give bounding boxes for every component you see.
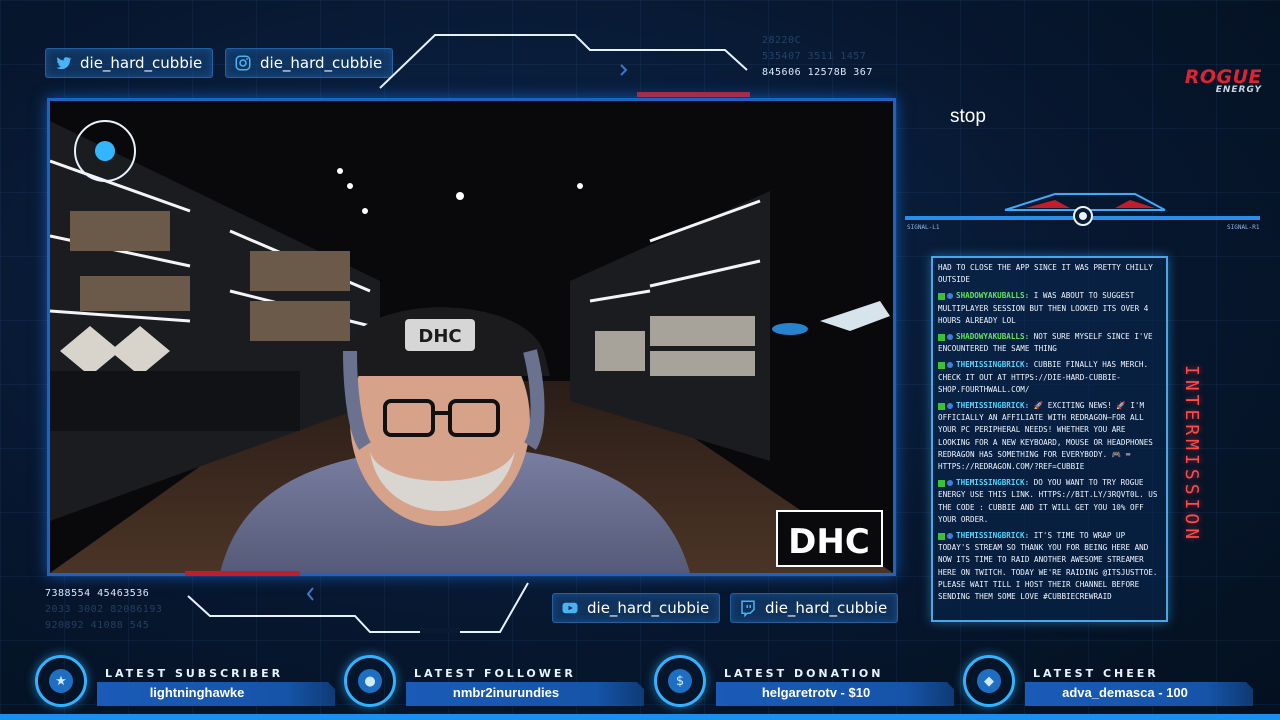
latest-cheer-widget: ◆ LATEST CHEER adva_demasca - 100 xyxy=(963,655,1263,709)
dhc-logo: DHC xyxy=(788,522,870,562)
svg-text:SIGNAL-R1: SIGNAL-R1 xyxy=(1227,224,1260,231)
chat-message: TheMissingBrick: 🚀 Exciting news! 🚀 I'm … xyxy=(938,401,1153,472)
rogue-energy-logo: ROGUE ENERGY xyxy=(1184,66,1262,95)
hud-bottom-trim xyxy=(185,571,529,633)
badge-icon xyxy=(947,293,953,300)
twitter-handle-tag[interactable]: die_hard_cubbie xyxy=(45,48,214,78)
latest-follower-widget: ● LATEST FOLLOWER nmbr2inurundies xyxy=(344,655,644,709)
chat-message: ShadowYakuballs: I was about to suggest … xyxy=(938,291,1149,325)
dollar-icon: $ xyxy=(654,655,706,707)
instagram-handle-tag[interactable]: die_hard_cubbie xyxy=(225,48,394,78)
badge-icon xyxy=(938,402,945,410)
webcam-scene: DHC DHC xyxy=(50,101,893,573)
webcam-feed: DHC DHC xyxy=(47,98,896,576)
chat-panel[interactable]: had to close the app since it was pretty… xyxy=(931,256,1168,622)
hud-top-trim xyxy=(379,34,750,97)
latest-subscriber-widget: ★ LATEST SUBSCRIBER lightninghawke xyxy=(35,655,335,709)
latest-donation-value: helgaretrotv - $10 xyxy=(761,685,871,700)
chat-message: TheMissingBrick: Cubbie finally has merc… xyxy=(938,360,1149,394)
chat-header-trim: SIGNAL-L1 SIGNAL-R1 xyxy=(905,193,1260,231)
status-text: stop xyxy=(950,106,986,127)
twitch-icon xyxy=(741,600,755,617)
badge-icon xyxy=(947,362,953,369)
instagram-handle: die_hard_cubbie xyxy=(260,54,383,72)
badge-icon xyxy=(938,333,945,341)
intermission-label: INTERMISSION xyxy=(1181,365,1202,544)
user-icon: ● xyxy=(344,655,396,707)
chat-message: had to close the app since it was pretty… xyxy=(938,263,1153,285)
twitter-icon xyxy=(56,57,72,70)
latest-subscriber-value: lightninghawke xyxy=(149,685,245,700)
gem-icon: ◆ xyxy=(963,655,1015,707)
badge-icon xyxy=(938,361,945,369)
hud-codes-top: 28220C 535407 3511 1457 845606 12578B 36… xyxy=(762,35,873,78)
youtube-icon xyxy=(562,602,578,614)
latest-cheer-value: adva_demasca - 100 xyxy=(1062,685,1188,700)
star-icon: ★ xyxy=(35,655,87,707)
twitter-handle: die_hard_cubbie xyxy=(80,54,203,72)
svg-text:SIGNAL-L1: SIGNAL-L1 xyxy=(907,224,940,231)
hud-codes-bottom: 7388554 45463536 2033 3002 82086193 9208… xyxy=(45,588,163,631)
bottom-accent-bar xyxy=(0,714,1280,720)
youtube-handle: die_hard_cubbie xyxy=(587,599,710,617)
chat-message: TheMissingBrick: It's time to wrap up to… xyxy=(938,531,1158,602)
badge-icon xyxy=(947,334,953,341)
chat-message: TheMissingBrick: Do you want to try Rogu… xyxy=(938,478,1158,524)
cap-logo: DHC xyxy=(418,326,461,347)
latest-donation-widget: $ LATEST DONATION helgaretrotv - $10 xyxy=(654,655,954,709)
youtube-handle-tag[interactable]: die_hard_cubbie xyxy=(552,593,721,623)
chat-message: ShadowYakuballs: not sure myself since I… xyxy=(938,332,1153,354)
badge-icon xyxy=(938,479,945,487)
instagram-icon xyxy=(235,55,251,71)
badge-icon xyxy=(947,533,953,540)
latest-follower-value: nmbr2inurundies xyxy=(452,685,560,700)
badge-icon xyxy=(938,292,945,300)
badge-icon xyxy=(947,403,953,410)
badge-icon xyxy=(947,480,953,487)
twitch-handle: die_hard_cubbie xyxy=(765,599,888,617)
twitch-handle-tag[interactable]: die_hard_cubbie xyxy=(730,593,899,623)
badge-icon xyxy=(938,532,945,540)
